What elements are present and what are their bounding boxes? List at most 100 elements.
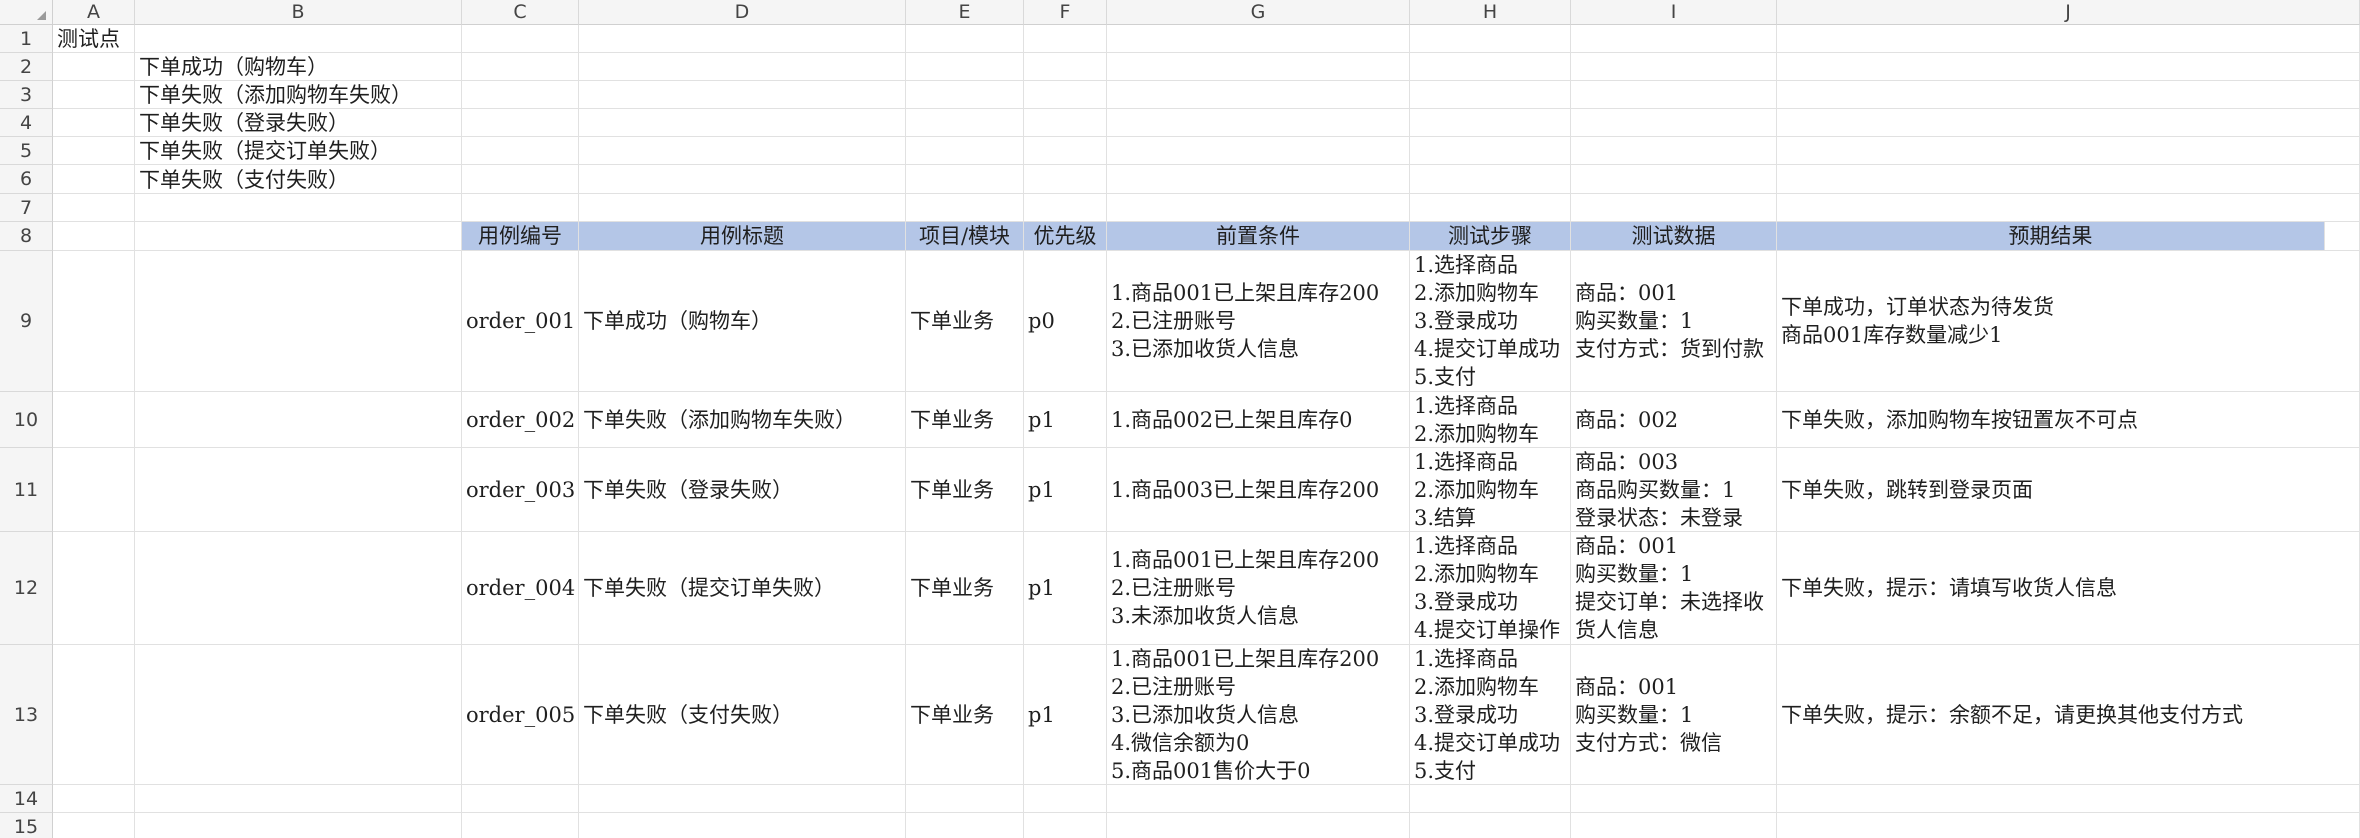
grid-cell[interactable] [53,251,135,392]
grid-cell[interactable] [906,81,1024,109]
grid-cell[interactable] [1410,109,1571,137]
table-cell-expected-result[interactable]: 下单失败，添加购物车按钮置灰不可点 [1777,392,2360,448]
grid-cell[interactable] [1024,109,1107,137]
row-header-13[interactable]: 13 [0,645,53,785]
table-cell-case-id[interactable]: order_001 [462,251,579,392]
table-cell-priority[interactable]: p1 [1024,645,1107,785]
grid-cell[interactable] [1777,53,2360,81]
grid-cell[interactable] [1410,25,1571,53]
table-cell-case-title[interactable]: 下单失败（登录失败） [579,448,906,532]
grid-cell[interactable] [53,194,135,222]
column-header-h[interactable]: H [1410,0,1571,25]
grid-cell[interactable] [135,645,462,785]
table-cell-test-steps[interactable]: 1.选择商品 2.添加购物车 3.登录成功 4.提交订单成功 5.支付 [1410,645,1571,785]
grid-cell[interactable] [462,813,579,838]
grid-cell[interactable] [1777,137,2360,165]
grid-cell[interactable] [1777,785,2360,813]
grid-cell[interactable] [135,448,462,532]
table-cell-expected-result[interactable]: 下单成功，订单状态为待发货 商品001库存数量减少1 [1777,251,2360,392]
grid-cell[interactable] [1410,53,1571,81]
table-cell-test-data[interactable]: 商品：001 购买数量：1 支付方式：微信 [1571,645,1777,785]
table-cell-priority[interactable]: p1 [1024,532,1107,645]
spreadsheet-grid[interactable]: A B C D E F G H I J 1 2 3 4 5 6 7 8 9 10 11 12 13 14 15 测试点 下单成功（购… [0,0,2360,838]
grid-cell[interactable] [579,53,906,81]
table-cell-expected-result[interactable]: 下单失败，跳转到登录页面 [1777,448,2360,532]
grid-cell[interactable] [579,109,906,137]
table-cell-priority[interactable]: p0 [1024,251,1107,392]
table-cell-module[interactable]: 下单业务 [906,448,1024,532]
table-header-cell[interactable]: 测试步骤 [1410,222,1571,251]
test-points-title[interactable]: 测试点 [53,25,135,53]
column-header-e[interactable]: E [906,0,1024,25]
grid-cell[interactable] [1024,165,1107,194]
grid-cell[interactable] [135,25,462,53]
column-header-g[interactable]: G [1107,0,1410,25]
table-cell-test-data[interactable]: 商品：002 [1571,392,1777,448]
column-header-a[interactable]: A [53,0,135,25]
table-cell-priority[interactable]: p1 [1024,448,1107,532]
table-cell-precondition[interactable]: 1.商品001已上架且库存200 2.已注册账号 3.已添加收货人信息 [1107,251,1410,392]
test-point-item[interactable]: 下单失败（添加购物车失败） [135,81,462,109]
grid-cell[interactable] [1571,25,1777,53]
grid-cell[interactable] [906,785,1024,813]
table-header-cell[interactable]: 项目/模块 [906,222,1024,251]
grid-cell[interactable] [1024,194,1107,222]
column-header-d[interactable]: D [579,0,906,25]
grid-cell[interactable] [53,532,135,645]
grid-cell[interactable] [462,194,579,222]
table-cell-test-steps[interactable]: 1.选择商品 2.添加购物车 3.结算 [1410,448,1571,532]
table-cell-test-data[interactable]: 商品：001 购买数量：1 提交订单：未选择收 货人信息 [1571,532,1777,645]
grid-cell[interactable] [1571,165,1777,194]
table-cell-priority[interactable]: p1 [1024,392,1107,448]
column-header-j[interactable]: J [1777,0,2360,25]
row-header-7[interactable]: 7 [0,194,53,222]
grid-cell[interactable] [906,137,1024,165]
table-cell-precondition[interactable]: 1.商品003已上架且库存200 [1107,448,1410,532]
table-cell-case-id[interactable]: order_002 [462,392,579,448]
grid-cell[interactable] [906,813,1024,838]
grid-cell[interactable] [1777,165,2360,194]
grid-cell[interactable] [1777,109,2360,137]
grid-cell[interactable] [135,222,462,251]
test-point-item[interactable]: 下单成功（购物车） [135,53,462,81]
row-header-8[interactable]: 8 [0,222,53,251]
grid-cell[interactable] [1410,165,1571,194]
grid-cell[interactable] [53,53,135,81]
table-cell-module[interactable]: 下单业务 [906,392,1024,448]
grid-cell[interactable] [1024,53,1107,81]
grid-cell[interactable] [906,53,1024,81]
table-header-cell[interactable]: 前置条件 [1107,222,1410,251]
grid-cell[interactable] [1410,137,1571,165]
table-header-cell[interactable]: 预期结果 [1777,222,2325,251]
grid-cell[interactable] [579,194,906,222]
table-header-cell[interactable]: 用例编号 [462,222,579,251]
grid-cell[interactable] [579,165,906,194]
grid-cell[interactable] [1777,81,2360,109]
grid-cell[interactable] [53,222,135,251]
grid-cell[interactable] [1410,813,1571,838]
row-header-15[interactable]: 15 [0,813,53,838]
grid-cell[interactable] [1107,194,1410,222]
grid-cell[interactable] [1777,194,2360,222]
grid-cell[interactable] [53,392,135,448]
grid-cell[interactable] [1024,137,1107,165]
grid-cell[interactable] [462,137,579,165]
grid-cell[interactable] [53,137,135,165]
grid-cell[interactable] [53,165,135,194]
grid-cell[interactable] [1024,81,1107,109]
table-cell-case-title[interactable]: 下单失败（提交订单失败） [579,532,906,645]
grid-cell[interactable] [906,194,1024,222]
table-cell-precondition[interactable]: 1.商品002已上架且库存0 [1107,392,1410,448]
grid-cell[interactable] [1571,81,1777,109]
grid-cell[interactable] [1571,137,1777,165]
row-header-3[interactable]: 3 [0,81,53,109]
table-cell-case-id[interactable]: order_005 [462,645,579,785]
column-header-c[interactable]: C [462,0,579,25]
grid-cell[interactable] [1107,25,1410,53]
grid-cell[interactable] [1107,137,1410,165]
select-all-corner[interactable] [0,0,53,25]
table-cell-case-title[interactable]: 下单失败（支付失败） [579,645,906,785]
table-cell-case-title[interactable]: 下单成功（购物车） [579,251,906,392]
grid-cell[interactable] [135,251,462,392]
grid-cell[interactable] [1107,109,1410,137]
